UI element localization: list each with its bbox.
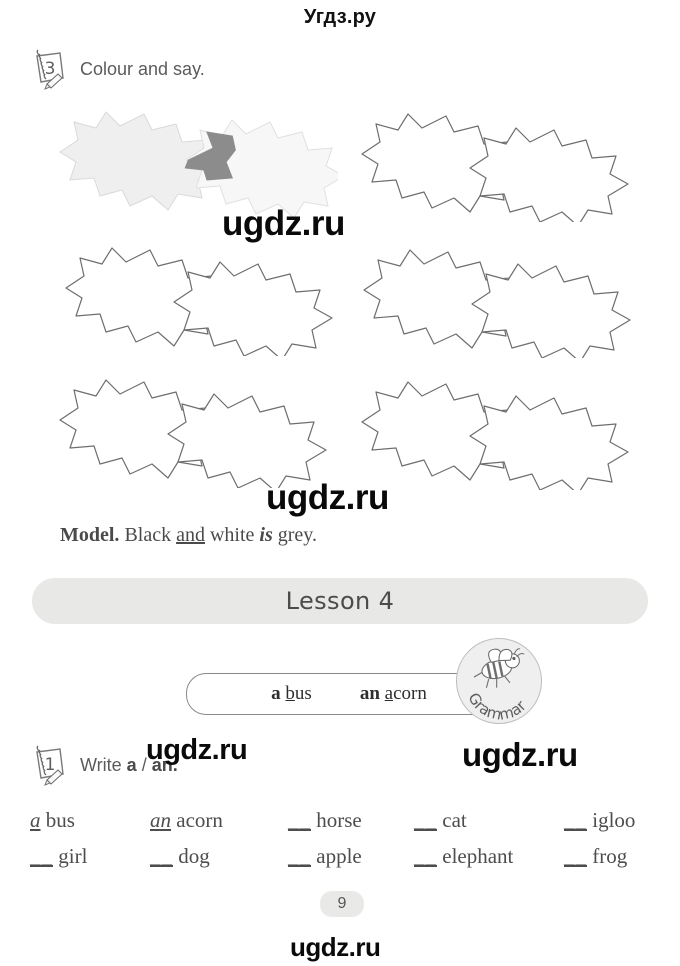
word-item[interactable]: __ cat (414, 808, 564, 833)
word-blank: __ (414, 808, 437, 832)
word-answer: a (30, 808, 41, 832)
watermark: ugdz.ru (146, 734, 248, 766)
notepad-icon: 1 (30, 744, 70, 786)
lesson-banner: Lesson 4 (32, 578, 648, 624)
word-answer: an (150, 808, 171, 832)
word-text: girl (58, 844, 88, 868)
notepad-number-3: 3 (45, 59, 56, 79)
notepad-icon: 3 (30, 48, 70, 90)
word-exercise-grid: a bus an acorn __ horse __ cat __ igloo … (30, 808, 660, 880)
bee-icon (473, 648, 525, 688)
notepad-number-1: 1 (45, 755, 56, 775)
word-blank: __ (414, 844, 437, 868)
word-text: acorn (176, 808, 223, 832)
page-number: 9 (320, 891, 364, 917)
star-pair-blank[interactable] (350, 102, 640, 222)
word-blank: __ (30, 844, 53, 868)
word-blank: __ (288, 808, 311, 832)
model-connector: and (176, 524, 205, 546)
star-pair-blank[interactable] (352, 238, 642, 358)
word-text: frog (592, 844, 628, 868)
word-item[interactable]: __ apple (288, 844, 414, 869)
grammar-article-an: an (359, 683, 380, 704)
grammar-first-letter-b: b (285, 683, 295, 704)
grammar-example-an: an acorn (360, 683, 427, 705)
star-pairs-area (20, 96, 660, 496)
star-right-outline (167, 393, 327, 488)
word-blank: __ (150, 844, 173, 868)
star-pair-blank[interactable] (350, 370, 640, 490)
grammar-first-letter-a: a (384, 683, 394, 704)
word-item[interactable]: a bus (30, 808, 150, 833)
star-right-outline (471, 263, 631, 358)
star-right-outline (469, 127, 629, 222)
word-blank: __ (564, 808, 587, 832)
star-pair-blank[interactable] (54, 236, 344, 356)
model-verb: is (259, 524, 273, 546)
grammar-rest-us: us (294, 683, 312, 704)
grammar-article-a: a (271, 683, 281, 704)
instruction-prefix: Write (80, 754, 127, 775)
grammar-rest-corn: corn (393, 683, 427, 704)
star-pair-blank[interactable] (48, 368, 338, 488)
lesson-title: Lesson 4 (285, 587, 395, 615)
word-blank: __ (288, 844, 311, 868)
word-item[interactable]: __ girl (30, 844, 150, 869)
grammar-example-a: a bus (271, 683, 312, 705)
word-text: cat (442, 808, 467, 832)
word-row: a bus an acorn __ horse __ cat __ igloo (30, 808, 660, 844)
word-text: bus (45, 808, 75, 832)
word-text: igloo (592, 808, 636, 832)
word-item[interactable]: __ horse (288, 808, 414, 833)
model-word-2: white (209, 524, 255, 546)
star-right-outline (469, 395, 629, 490)
exercise-3-heading: 3 Colour and say. (30, 48, 205, 90)
word-item[interactable]: __ dog (150, 844, 288, 869)
word-item[interactable]: an acorn (150, 808, 288, 833)
model-result: grey. (277, 524, 318, 546)
word-item[interactable]: __ frog (564, 844, 660, 869)
site-header: Угдз.ру (303, 6, 377, 28)
watermark: ugdz.ru (290, 932, 381, 962)
word-row: __ girl __ dog __ apple __ elephant __ f… (30, 844, 660, 880)
watermark: ugdz.ru (266, 478, 389, 517)
word-item[interactable]: __ igloo (564, 808, 660, 833)
word-text: elephant (442, 844, 514, 868)
word-text: horse (316, 808, 362, 832)
watermark: ugdz.ru (222, 204, 345, 243)
word-text: dog (178, 844, 210, 868)
watermark: ugdz.ru (462, 736, 578, 773)
exercise-3-instruction: Colour and say. (80, 58, 205, 79)
model-label: Model. (60, 524, 120, 546)
model-sentence: Model. Black and white is grey. (60, 524, 317, 547)
instruction-article-a: a (126, 754, 137, 775)
model-word-1: Black (124, 524, 172, 546)
word-item[interactable]: __ elephant (414, 844, 564, 869)
grammar-bee-badge: Grammar (456, 638, 542, 724)
star-pair-coloured[interactable] (48, 100, 338, 220)
word-text: apple (316, 844, 362, 868)
word-blank: __ (564, 844, 587, 868)
grammar-badge-label: Grammar (464, 690, 530, 723)
star-right-outline (173, 261, 333, 356)
